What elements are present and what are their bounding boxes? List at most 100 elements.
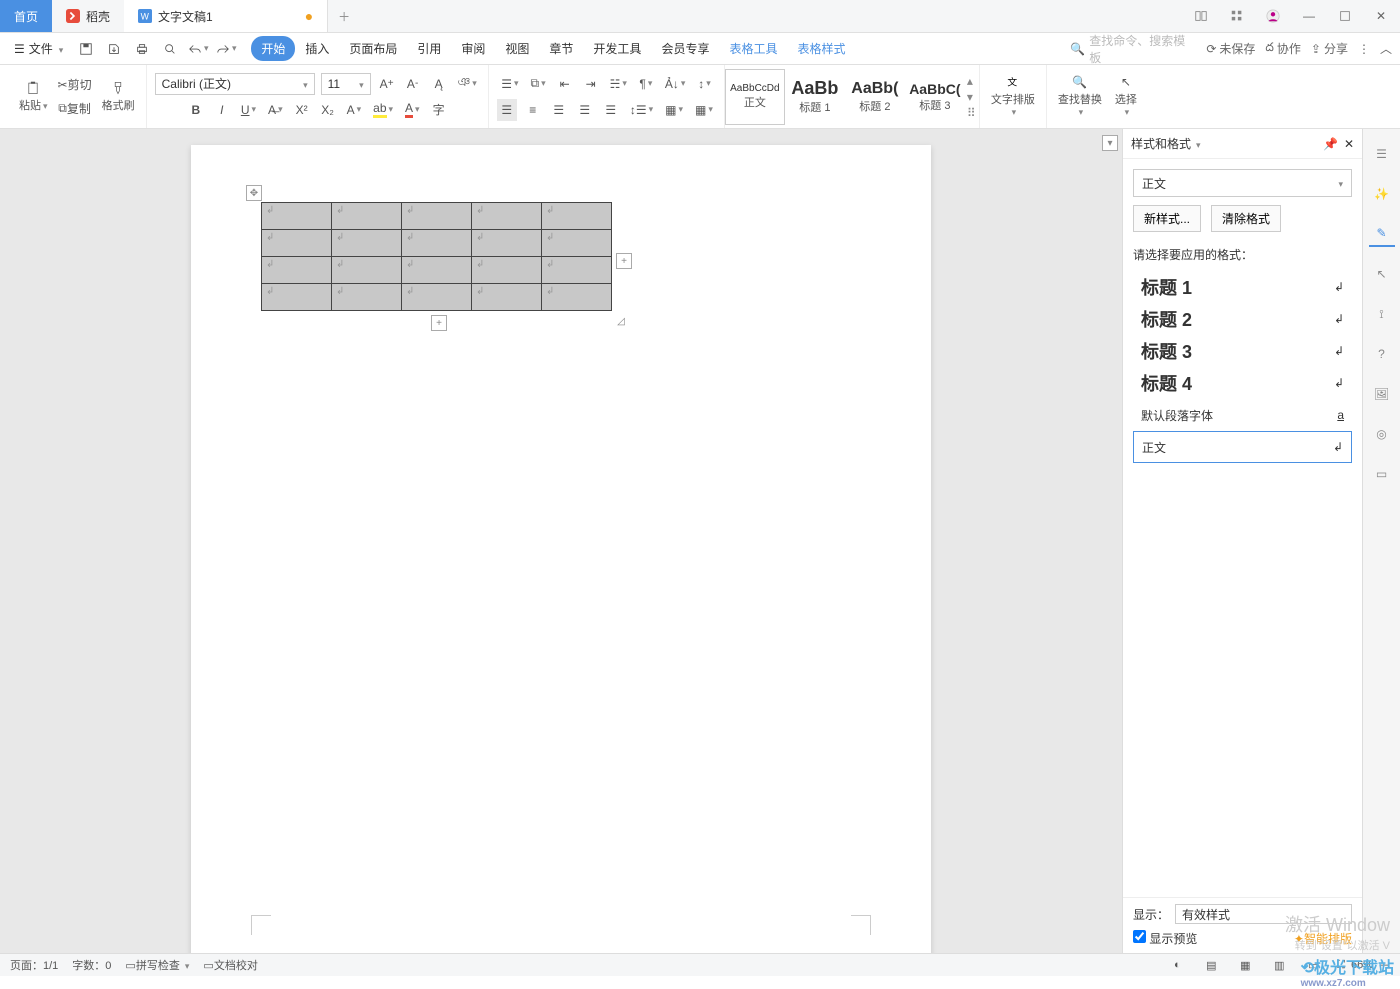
shading-button[interactable]: ▦ [662,99,686,121]
format-brush-button[interactable]: 格式刷 [99,75,138,119]
print-preview-button[interactable] [159,38,181,60]
more-menu[interactable]: ⋮ [1358,42,1370,56]
para-marks-button[interactable]: ¶ [636,73,656,95]
redo-button[interactable] [215,38,237,60]
table-move-handle[interactable]: ✥ [246,185,262,201]
tab-home[interactable]: 首页 [0,0,52,32]
window-minimize-button[interactable]: — [1296,3,1322,29]
cut-button[interactable]: ✂剪切 [55,74,95,96]
indent-dec-button[interactable]: ⇤ [555,73,575,95]
export-button[interactable] [103,38,125,60]
align-left-button[interactable]: ☰ [497,99,517,121]
menu-tabletool[interactable]: 表格工具 [719,36,787,61]
new-style-button[interactable]: 新样式... [1133,205,1201,232]
panel-pin-button[interactable]: 📌 [1323,137,1338,151]
view-print-button[interactable]: ▤ [1201,954,1221,976]
panel-show-select[interactable]: 有效样式 [1175,904,1352,924]
sidebar-magic-icon[interactable]: ✨ [1369,181,1395,207]
window-close-button[interactable]: ✕ [1368,3,1394,29]
menu-insert[interactable]: 插入 [295,36,339,61]
style-list-item-h1[interactable]: 标题 1↲ [1133,271,1352,303]
window-maximize-button[interactable] [1332,3,1358,29]
strike-button[interactable]: A̶ [265,99,286,121]
align-distribute-button[interactable]: ☰ [601,99,621,121]
font-name-select[interactable]: Calibri (正文) [155,73,315,95]
current-style-select[interactable]: 正文 [1133,169,1352,197]
panel-close-button[interactable]: ✕ [1344,137,1354,151]
sidebar-book-icon[interactable]: ▭ [1369,461,1395,487]
page[interactable]: ✥ ↲↲↲↲↲ ↲↲↲↲↲ ↲↲↲↲↲ ↲↲↲↲↲ + + ◿ [191,145,931,953]
font-size-select[interactable]: 11 [321,73,371,95]
tab-add-button[interactable]: ＋ [328,0,360,32]
menu-dev[interactable]: 开发工具 [583,36,651,61]
document-table[interactable]: ↲↲↲↲↲ ↲↲↲↲↲ ↲↲↲↲↲ ↲↲↲↲↲ [261,202,612,311]
line-spacing-button[interactable]: ↕☰ [627,99,656,121]
document-canvas[interactable]: ▾ ✥ ↲↲↲↲↲ ↲↲↲↲↲ ↲↲↲↲↲ ↲↲↲↲↲ + + ◿ [0,129,1122,953]
apps-grid-icon[interactable] [1224,3,1250,29]
sidebar-help-icon[interactable]: ? [1369,341,1395,367]
sort-button[interactable]: ☵ [607,73,630,95]
align-center-button[interactable]: ≡ [523,99,543,121]
collab-link[interactable]: ద协作 [1265,40,1301,57]
style-list-item-h2[interactable]: 标题 2↲ [1133,303,1352,335]
paste-button[interactable]: 粘贴 [16,75,51,119]
style-h3[interactable]: AaBbC(标题 3 [905,69,965,125]
panel-title[interactable]: 样式和格式 [1131,135,1201,152]
subscript-button[interactable]: X₂ [318,99,338,121]
unsaved-link[interactable]: ⟳未保存 [1206,40,1255,57]
find-replace-button[interactable]: 🔍 查找替换 [1055,75,1105,119]
sidebar-settings-icon[interactable]: ⟟ [1369,301,1395,327]
copy-button[interactable]: ⧉复制 [55,98,95,120]
menu-chapter[interactable]: 章节 [539,36,583,61]
status-proof[interactable]: ▭文档校对 [203,957,257,973]
text-effect-button[interactable]: A [344,99,365,121]
sidebar-pen-icon[interactable]: ✎ [1369,221,1395,247]
styles-more-button[interactable]: ▴▾⠿ [965,74,979,120]
menu-review[interactable]: 审阅 [451,36,495,61]
decrease-font-button[interactable]: A- [403,73,423,95]
preview-checkbox[interactable]: 显示预览 [1133,930,1197,947]
clear-format-button[interactable]: Ą [429,73,449,95]
highlight-button[interactable]: ab [370,99,396,121]
sidebar-cursor-icon[interactable]: ↖ [1369,261,1395,287]
status-spell[interactable]: ▭拼写检查 [125,957,189,973]
table-add-row-button[interactable]: + [431,315,447,331]
table-add-col-button[interactable]: + [616,253,632,269]
change-case-button[interactable]: ঞ [455,73,480,95]
file-menu[interactable]: ☰ 文件 [8,40,69,57]
style-list-item-h4[interactable]: 标题 4↲ [1133,367,1352,399]
tab-document[interactable]: W 文字文稿1 ● [124,0,328,32]
align-right-button[interactable]: ☰ [549,99,569,121]
text-typeset-button[interactable]: 文 文字排版 [988,75,1038,119]
style-h1[interactable]: AaBb标题 1 [785,69,845,125]
view-web-button[interactable]: ▦ [1235,954,1255,976]
clear-format-panel-button[interactable]: 清除格式 [1211,205,1281,232]
status-words[interactable]: 字数：0 [72,957,111,973]
print-button[interactable] [131,38,153,60]
select-button[interactable]: ↖ 选择 [1109,75,1143,119]
bullets-button[interactable]: ☰ [498,73,521,95]
smart-typeset-link[interactable]: ✦智能排版 [1294,930,1352,947]
tab-daoqiao[interactable]: 稻壳 [52,0,124,32]
command-search-input[interactable]: 🔍 查找命令、搜索模板 [1066,30,1196,68]
numbering-button[interactable]: ⧉ [528,73,549,95]
style-normal[interactable]: AaBbCcDd正文 [725,69,785,125]
view-outline-button[interactable]: ▥ [1269,954,1289,976]
borders-button[interactable]: ▦ [692,99,716,121]
menu-layout[interactable]: 页面布局 [339,36,407,61]
align-justify-button[interactable]: ☰ [575,99,595,121]
styles-gallery[interactable]: AaBbCcDd正文 AaBb标题 1 AaBb(标题 2 AaBbC(标题 3… [725,65,979,128]
phonetic-button[interactable]: 字 [429,99,449,121]
style-list-default-font[interactable]: 默认段落字体a [1133,399,1352,431]
font-color-button[interactable]: A [402,99,423,121]
window-layout-icon[interactable] [1188,3,1214,29]
menu-ref[interactable]: 引用 [407,36,451,61]
style-h2[interactable]: AaBb(标题 2 [845,69,905,125]
italic-button[interactable]: I [212,99,232,121]
text-direction-button[interactable]: Ả↓ [662,73,689,95]
increase-font-button[interactable]: A+ [377,73,397,95]
sidebar-image-icon[interactable]: 🖼 [1369,381,1395,407]
menu-view[interactable]: 视图 [495,36,539,61]
superscript-button[interactable]: X² [292,99,312,121]
collapse-ribbon-button[interactable]: ︿ [1380,40,1392,57]
